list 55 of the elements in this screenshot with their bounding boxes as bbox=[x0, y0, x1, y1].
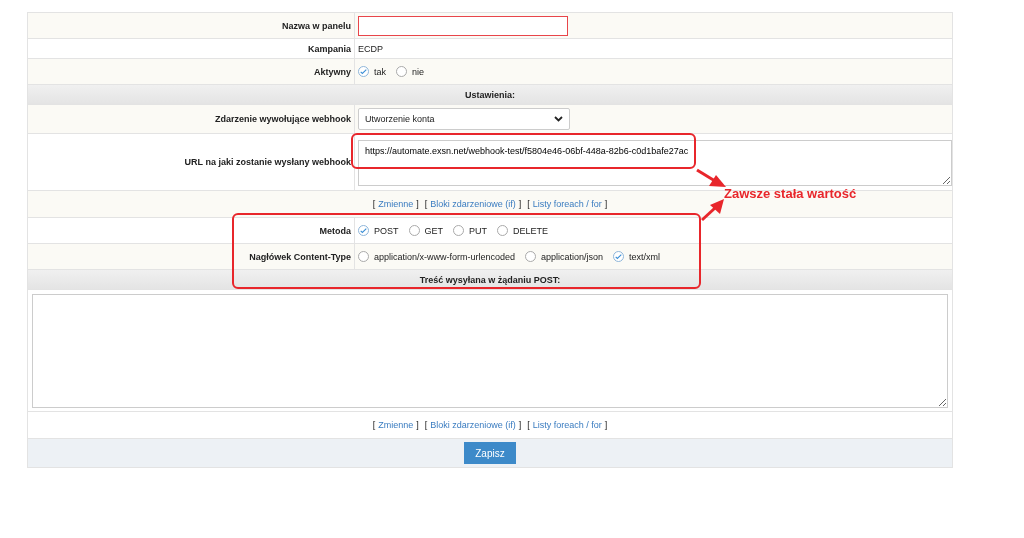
help-link[interactable]: Zmienne bbox=[378, 420, 414, 430]
radio-button[interactable] bbox=[358, 66, 369, 77]
radio-button[interactable] bbox=[453, 225, 465, 236]
option-label: POST bbox=[374, 225, 399, 236]
radio-button[interactable] bbox=[358, 251, 369, 262]
option-label: tak bbox=[374, 66, 386, 77]
bracket-mark: [ bbox=[424, 420, 428, 430]
help-link[interactable]: Bloki zdarzeniowe (if) bbox=[430, 420, 516, 430]
option-label: application/json bbox=[541, 251, 604, 262]
radio-button[interactable] bbox=[358, 225, 369, 236]
bracket-mark: ] bbox=[604, 420, 608, 430]
text-field[interactable] bbox=[358, 15, 568, 36]
body-field[interactable] bbox=[32, 293, 948, 408]
field-label: Zdarzenie wywołujące webhook bbox=[214, 114, 351, 124]
field-value: ECDP bbox=[358, 43, 383, 54]
arrow bbox=[701, 199, 724, 222]
option-label: application/x-www-form-urlencoded bbox=[374, 251, 516, 262]
bracket-mark: ] bbox=[416, 420, 419, 430]
option-label: GET bbox=[424, 225, 444, 236]
field-label: Nazwa w panelu bbox=[281, 20, 351, 31]
help-link[interactable]: Listy foreach / for bbox=[532, 199, 602, 209]
option-label: text/xml bbox=[629, 251, 661, 262]
option-label: nie bbox=[412, 66, 425, 77]
radio-button[interactable] bbox=[497, 225, 509, 236]
bracket-mark: [ bbox=[527, 420, 530, 430]
bracket-mark: [ bbox=[372, 199, 376, 209]
option-label: PUT bbox=[469, 225, 488, 236]
bracket-mark: ] bbox=[518, 199, 522, 209]
radio-button[interactable] bbox=[396, 66, 407, 77]
radio-button[interactable] bbox=[613, 251, 625, 262]
radio-button[interactable] bbox=[525, 251, 537, 262]
bracket-mark: [ bbox=[527, 199, 530, 209]
url-field[interactable]: https://automate.exsn.net/webhook-test/f5804e46-06bf-448a-82b6-c0d1bafe27ac bbox=[358, 140, 952, 186]
bracket-mark: [ bbox=[372, 420, 376, 430]
bracket-mark: ] bbox=[518, 420, 522, 430]
option-label: DELETE bbox=[513, 225, 549, 236]
arrow bbox=[696, 168, 726, 187]
help-link[interactable]: Listy foreach / for bbox=[532, 420, 602, 430]
field-label: URL na jaki zostanie wysłany webhook bbox=[184, 157, 351, 167]
bracket-mark: ] bbox=[604, 199, 608, 209]
help-link[interactable]: Zmienne bbox=[378, 199, 414, 209]
section-heading: Ustawienia: bbox=[465, 89, 515, 100]
bracket-mark: [ bbox=[424, 199, 428, 209]
dropdown[interactable]: Utworzenie konta bbox=[358, 108, 570, 130]
field-label: Nagłówek Content-Type bbox=[249, 251, 351, 262]
radio-button[interactable] bbox=[408, 225, 420, 236]
field-label: Kampania bbox=[308, 43, 351, 54]
field-label: Aktywny bbox=[314, 66, 351, 77]
help-link[interactable]: Bloki zdarzeniowe (if) bbox=[430, 199, 516, 209]
annotation-text: Zawsze stała wartość bbox=[724, 186, 857, 201]
caret-icon bbox=[554, 116, 563, 122]
bracket-mark: ] bbox=[416, 199, 419, 209]
save-button[interactable]: Zapisz bbox=[464, 442, 516, 464]
field-label: Metoda bbox=[319, 225, 351, 236]
section-heading: Treść wysyłana w żądaniu POST: bbox=[419, 274, 561, 285]
